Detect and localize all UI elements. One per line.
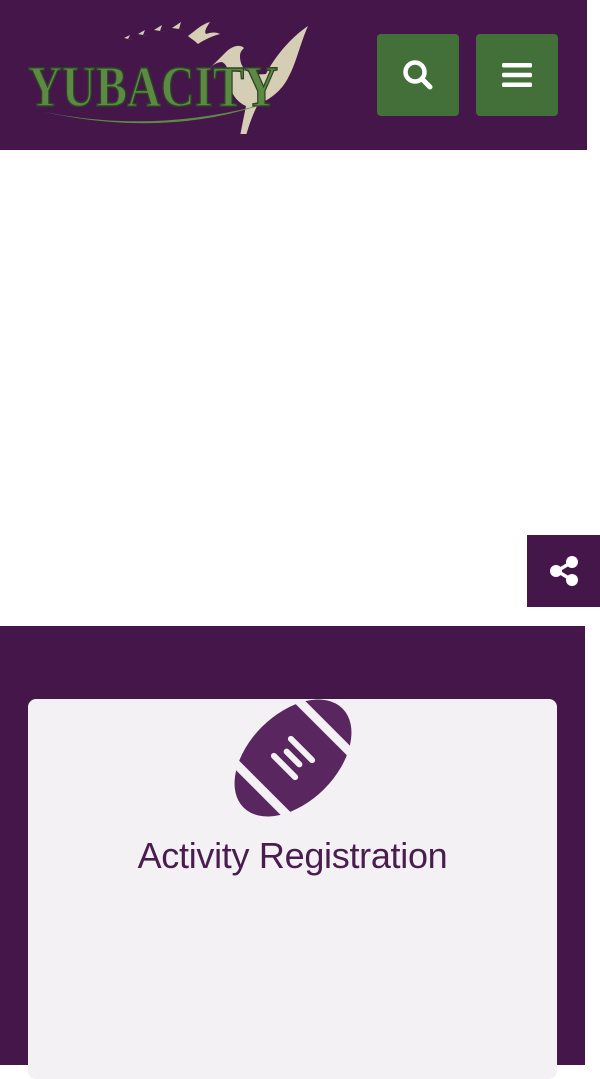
yuba-city-logo[interactable]: YUBACITY bbox=[26, 14, 308, 134]
activity-registration-card[interactable]: Activity Registration bbox=[28, 699, 557, 1079]
birds-icon bbox=[124, 22, 220, 44]
logo-graphic: YUBACITY bbox=[27, 22, 308, 134]
svg-text:YUBACITY: YUBACITY bbox=[28, 54, 278, 119]
search-button[interactable] bbox=[377, 34, 459, 116]
share-button[interactable] bbox=[527, 535, 600, 607]
search-icon bbox=[403, 60, 433, 90]
hamburger-menu-icon bbox=[502, 63, 532, 87]
share-icon bbox=[549, 556, 578, 586]
menu-button[interactable] bbox=[476, 34, 558, 116]
quick-links-section: Activity Registration bbox=[0, 626, 585, 1079]
logo-wordmark: YUBACITY bbox=[27, 53, 279, 120]
football-icon bbox=[234, 699, 352, 817]
card-title: Activity Registration bbox=[137, 835, 448, 876]
site-header: YUBACITY bbox=[0, 0, 587, 150]
